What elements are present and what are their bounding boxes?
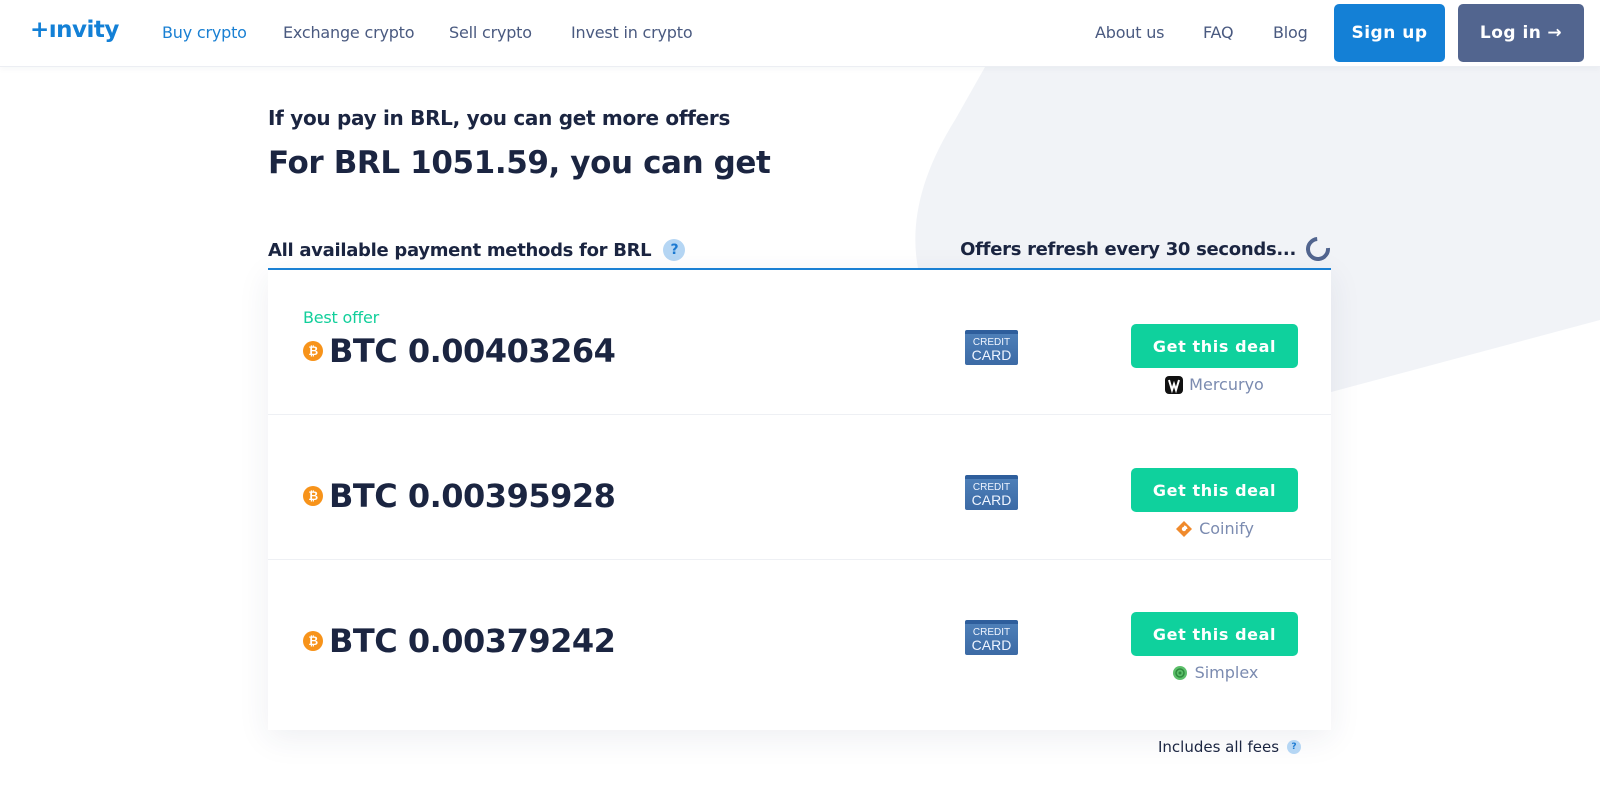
help-icon[interactable]: ?: [663, 239, 685, 261]
nav-blog[interactable]: Blog: [1273, 23, 1308, 42]
get-this-deal-button[interactable]: Get this deal: [1131, 468, 1298, 512]
page-title: For BRL 1051.59, you can get: [268, 145, 770, 181]
log-in-label: Log in: [1480, 23, 1542, 43]
offer-row: ₿ BTC 0.00395928 CREDIT CARD Get this de…: [268, 415, 1331, 560]
nav-invest-in-crypto[interactable]: Invest in crypto: [571, 23, 692, 42]
get-this-deal-button[interactable]: Get this deal: [1131, 612, 1298, 656]
nav-exchange-crypto[interactable]: Exchange crypto: [283, 23, 414, 42]
log-in-button[interactable]: Log in →: [1458, 4, 1584, 62]
fees-note: Includes all fees ?: [1158, 738, 1301, 756]
provider-name: Simplex: [1195, 663, 1259, 682]
offer-row: ₿ BTC 0.00379242 CREDIT CARD Get this de…: [268, 560, 1331, 705]
arrow-right-icon: →: [1547, 23, 1562, 43]
nav-sell-crypto[interactable]: Sell crypto: [449, 23, 532, 42]
offer-amount-value: BTC 0.00379242: [329, 622, 615, 660]
get-this-deal-button[interactable]: Get this deal: [1131, 324, 1298, 368]
payment-methods-label: All available payment methods for BRL: [268, 240, 651, 261]
offers-page: If you pay in BRL, you can get more offe…: [0, 0, 1600, 800]
bitcoin-icon: ₿: [303, 631, 323, 651]
offer-amount-value: BTC 0.00403264: [329, 332, 615, 370]
refresh-notice: Offers refresh every 30 seconds...: [960, 237, 1330, 261]
payment-methods-heading: All available payment methods for BRL ?: [268, 239, 685, 261]
simplex-logo-icon: [1171, 664, 1189, 682]
provider-coinify: Coinify: [1131, 519, 1298, 538]
credit-card-icon: CREDIT CARD: [965, 620, 1018, 655]
offers-list: Best offer ₿ BTC 0.00403264 CREDIT CARD …: [268, 268, 1331, 730]
best-offer-badge: Best offer: [303, 308, 379, 327]
credit-card-line2: CARD: [965, 638, 1018, 652]
offer-amount: ₿ BTC 0.00395928: [303, 477, 615, 515]
credit-card-icon: CREDIT CARD: [965, 330, 1018, 365]
offer-amount: ₿ BTC 0.00403264: [303, 332, 615, 370]
sign-up-button[interactable]: Sign up: [1334, 4, 1445, 62]
mercuryo-logo-icon: [1165, 376, 1183, 394]
bitcoin-icon: ₿: [303, 341, 323, 361]
credit-card-line2: CARD: [965, 493, 1018, 507]
nav-buy-crypto[interactable]: Buy crypto: [162, 23, 247, 42]
bitcoin-icon: ₿: [303, 486, 323, 506]
more-offers-subtitle: If you pay in BRL, you can get more offe…: [268, 106, 730, 130]
offer-amount-value: BTC 0.00395928: [329, 477, 615, 515]
fees-note-text: Includes all fees: [1158, 738, 1279, 756]
nav-faq[interactable]: FAQ: [1203, 23, 1233, 42]
provider-mercuryo: Mercuryo: [1131, 375, 1298, 394]
credit-card-line2: CARD: [965, 348, 1018, 362]
refresh-text: Offers refresh every 30 seconds...: [960, 239, 1296, 260]
credit-card-icon: CREDIT CARD: [965, 475, 1018, 510]
provider-simplex: Simplex: [1131, 663, 1298, 682]
invity-logo[interactable]: +ınvity: [30, 17, 119, 43]
top-navigation-bar: +ınvity Buy crypto Exchange crypto Sell …: [0, 0, 1600, 67]
loading-spinner-icon: [1301, 232, 1335, 266]
offer-amount: ₿ BTC 0.00379242: [303, 622, 615, 660]
offer-row: Best offer ₿ BTC 0.00403264 CREDIT CARD …: [268, 270, 1331, 415]
provider-name: Mercuryo: [1189, 375, 1264, 394]
nav-about-us[interactable]: About us: [1095, 23, 1164, 42]
provider-name: Coinify: [1199, 519, 1254, 538]
coinify-logo-icon: [1175, 520, 1193, 538]
fees-help-icon[interactable]: ?: [1287, 740, 1301, 754]
